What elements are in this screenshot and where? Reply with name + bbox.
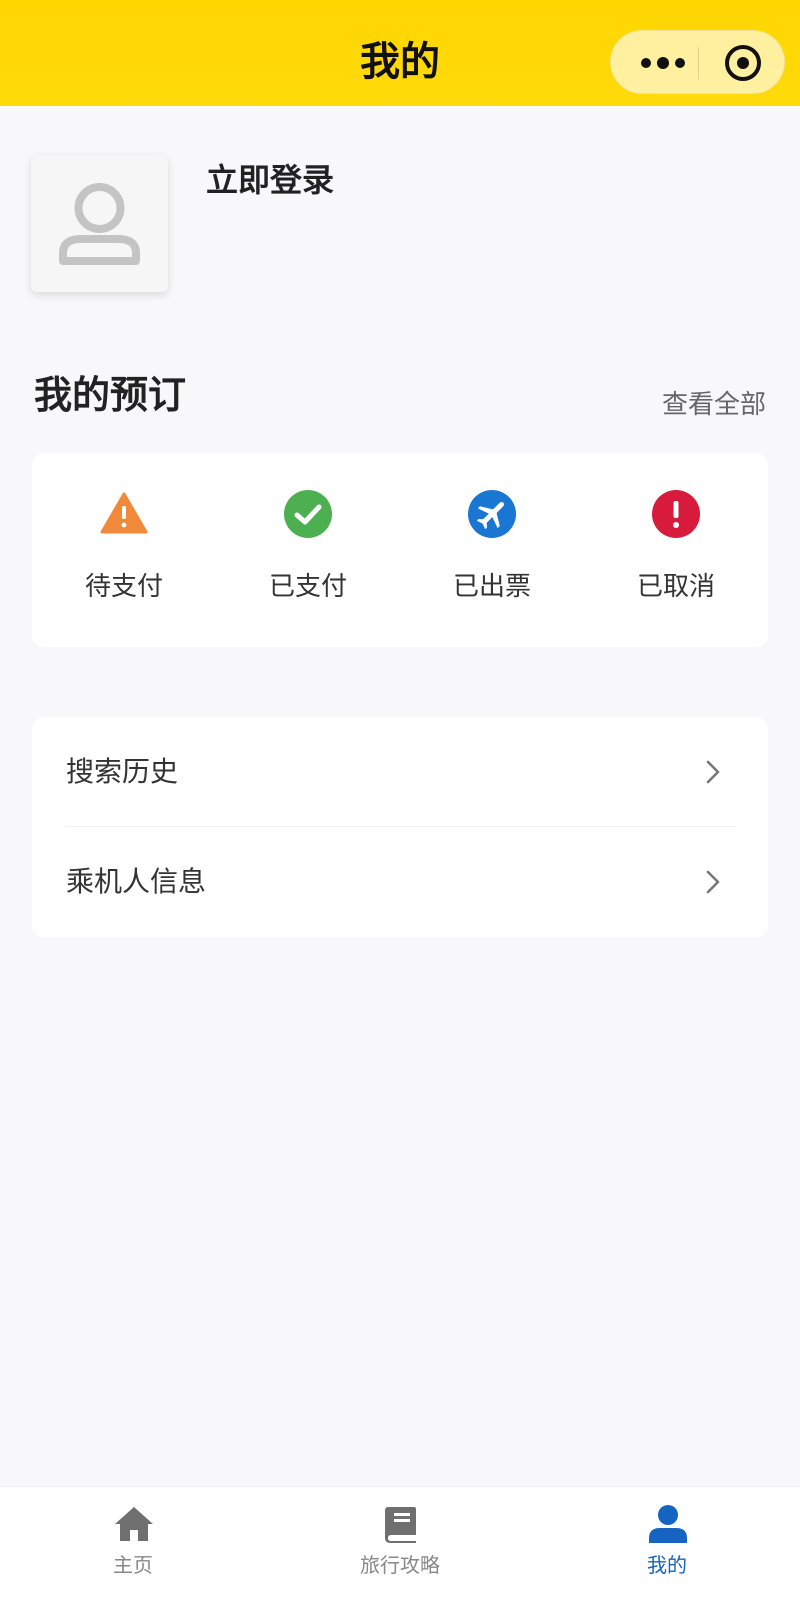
booking-label-pending: 待支付 [84,572,163,602]
avatar[interactable] [31,155,168,292]
tab-travel-guide[interactable]: 旅行攻略 [267,1487,533,1616]
login-link[interactable]: 立即登录 [206,160,334,200]
user-placeholder-icon [59,183,140,265]
airplane-circle-icon [468,490,516,538]
menu-list: 搜索历史 乘机人信息 [32,717,768,937]
chevron-right-icon [706,870,720,894]
more-dots-icon[interactable] [633,31,695,95]
home-icon [115,1507,153,1541]
check-circle-icon [284,490,332,538]
menu-item-passenger-info[interactable]: 乘机人信息 [32,827,768,937]
booking-ticketed[interactable] [400,453,584,647]
menu-item-label: 乘机人信息 [66,865,207,898]
bookings-card [32,453,768,647]
booking-label-paid: 已支付 [268,572,347,602]
view-all-link[interactable]: 查看全部 [662,388,766,422]
booking-label-ticketed: 已出票 [452,572,531,602]
tab-mine[interactable]: 我的 [534,1487,800,1616]
tab-label: 旅行攻略 [360,1553,440,1577]
tab-home[interactable]: 主页 [0,1487,266,1616]
bottom-tab-bar: 主页 旅行攻略 我的 [0,1486,800,1616]
person-icon [649,1505,687,1543]
page: 我的 立即登录 我的预订 查看全部 待支付 已支付 已出票 已取消 搜索历史 乘… [0,0,800,1616]
tab-label: 我的 [647,1553,687,1577]
warning-triangle-icon [100,492,148,534]
menu-item-search-history[interactable]: 搜索历史 [32,717,768,827]
exclamation-circle-icon [652,490,700,538]
mini-program-capsule [610,30,785,94]
chevron-right-icon [706,760,720,784]
booking-pending-payment[interactable] [32,453,216,647]
target-close-icon[interactable] [725,45,761,81]
top-bar: 我的 [0,0,800,106]
menu-item-label: 搜索历史 [66,755,179,788]
bookings-title: 我的预订 [34,373,187,417]
booking-cancelled[interactable] [584,453,768,647]
booking-paid[interactable] [216,453,400,647]
booking-label-cancelled: 已取消 [636,572,715,602]
capsule-divider [698,47,699,79]
book-icon [385,1507,416,1543]
tab-label: 主页 [113,1553,153,1577]
